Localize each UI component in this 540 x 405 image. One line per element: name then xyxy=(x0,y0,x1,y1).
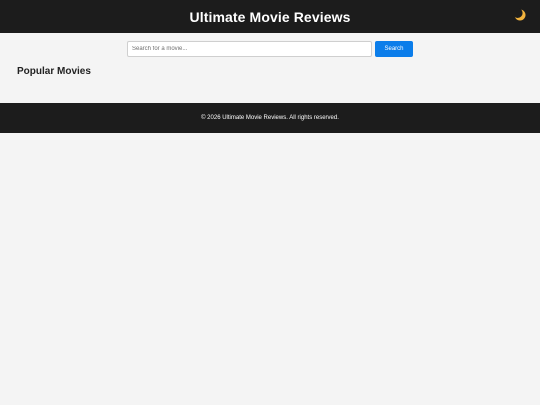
theme-toggle-button[interactable] xyxy=(512,7,528,23)
copyright-text: © 2026 Ultimate Movie Reviews. All right… xyxy=(201,115,339,121)
site-title: Ultimate Movie Reviews xyxy=(189,8,351,25)
search-input[interactable] xyxy=(127,41,372,57)
search-button[interactable]: Search xyxy=(375,41,413,57)
site-footer: © 2026 Ultimate Movie Reviews. All right… xyxy=(0,103,540,133)
site-header: Ultimate Movie Reviews xyxy=(0,0,540,33)
search-bar: Search xyxy=(127,41,413,57)
crescent-moon-icon xyxy=(512,8,526,21)
popular-movies-heading: Popular Movies xyxy=(17,66,91,77)
